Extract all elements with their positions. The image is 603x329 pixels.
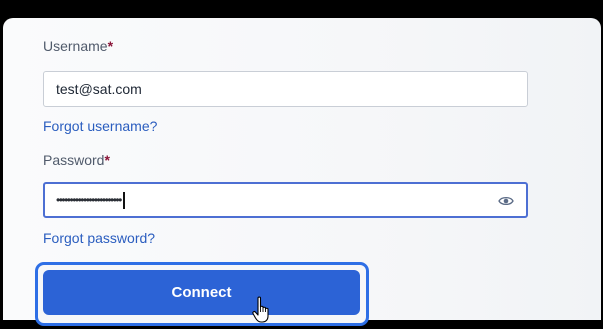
eye-icon[interactable] [498,194,514,206]
forgot-username-link[interactable]: Forgot username? [43,118,157,134]
password-label: Password* [43,152,110,168]
password-input[interactable]: •••••••••••••••••••••••• [43,182,528,218]
username-input[interactable]: test@sat.com [43,71,528,107]
text-caret [122,191,125,209]
password-required-marker: * [104,152,110,168]
username-label: Username* [43,38,114,54]
username-value: test@sat.com [56,81,142,97]
forgot-password-link[interactable]: Forgot password? [43,230,155,246]
username-required-marker: * [107,38,114,54]
connect-button[interactable]: Connect [43,270,360,315]
password-masked-value: •••••••••••••••••••••••• [56,193,122,207]
